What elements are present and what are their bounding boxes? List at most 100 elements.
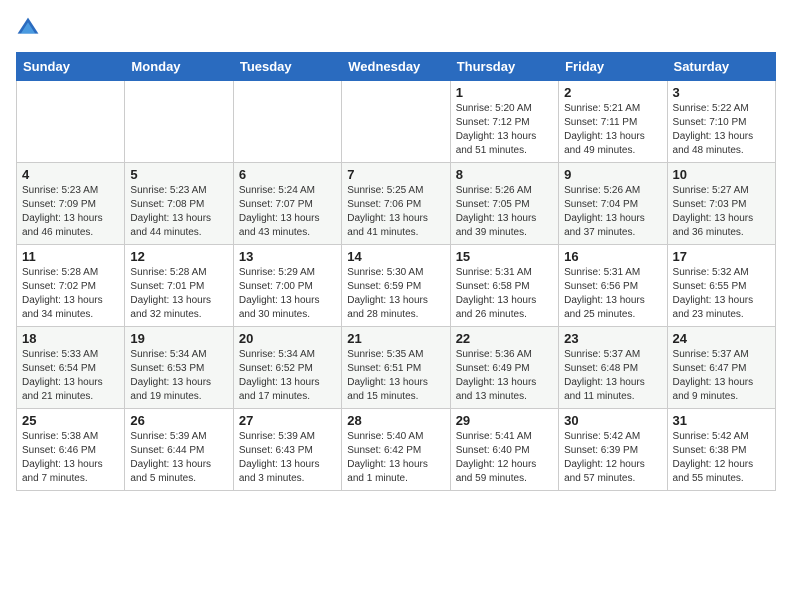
day-number: 9 [564,167,661,182]
day-info: Sunrise: 5:32 AM Sunset: 6:55 PM Dayligh… [673,266,770,322]
day-number: 13 [239,249,336,264]
weekday-header: Sunday [17,53,125,81]
day-info: Sunrise: 5:38 AM Sunset: 6:46 PM Dayligh… [22,430,119,486]
calendar-cell: 28 Sunrise: 5:40 AM Sunset: 6:42 PM Dayli… [342,409,450,491]
calendar-cell: 3 Sunrise: 5:22 AM Sunset: 7:10 PM Daylig… [667,81,775,163]
calendar-week-row: 18 Sunrise: 5:33 AM Sunset: 6:54 PM Dayli… [17,327,776,409]
day-number: 17 [673,249,770,264]
day-info: Sunrise: 5:37 AM Sunset: 6:48 PM Dayligh… [564,348,661,404]
calendar-cell [233,81,341,163]
day-number: 7 [347,167,444,182]
day-number: 22 [456,331,553,346]
day-number: 6 [239,167,336,182]
day-number: 18 [22,331,119,346]
day-number: 24 [673,331,770,346]
calendar-week-row: 1 Sunrise: 5:20 AM Sunset: 7:12 PM Daylig… [17,81,776,163]
day-info: Sunrise: 5:39 AM Sunset: 6:43 PM Dayligh… [239,430,336,486]
day-number: 25 [22,413,119,428]
calendar-cell: 8Sunrise: 5:26 AM Sunset: 7:05 PM Daylig… [450,163,558,245]
day-info: Sunrise: 5:37 AM Sunset: 6:47 PM Dayligh… [673,348,770,404]
day-info: Sunrise: 5:39 AM Sunset: 6:44 PM Dayligh… [130,430,227,486]
day-number: 5 [130,167,227,182]
calendar-cell: 10 Sunrise: 5:27 AM Sunset: 7:03 PM Dayli… [667,163,775,245]
calendar-cell: 29 Sunrise: 5:41 AM Sunset: 6:40 PM Dayli… [450,409,558,491]
day-number: 27 [239,413,336,428]
page-header [16,16,776,40]
calendar-cell: 18 Sunrise: 5:33 AM Sunset: 6:54 PM Dayli… [17,327,125,409]
day-number: 30 [564,413,661,428]
calendar-week-row: 11Sunrise: 5:28 AM Sunset: 7:02 PM Dayli… [17,245,776,327]
calendar-cell: 30 Sunrise: 5:42 AM Sunset: 6:39 PM Dayli… [559,409,667,491]
calendar-cell: 31Sunrise: 5:42 AM Sunset: 6:38 PM Dayli… [667,409,775,491]
day-info: Sunrise: 5:35 AM Sunset: 6:51 PM Dayligh… [347,348,444,404]
day-info: Sunrise: 5:30 AM Sunset: 6:59 PM Dayligh… [347,266,444,322]
calendar-cell: 22 Sunrise: 5:36 AM Sunset: 6:49 PM Dayli… [450,327,558,409]
day-info: Sunrise: 5:23 AM Sunset: 7:09 PM Dayligh… [22,184,119,240]
calendar-cell: 6 Sunrise: 5:24 AM Sunset: 7:07 PM Daylig… [233,163,341,245]
day-number: 28 [347,413,444,428]
calendar-cell [125,81,233,163]
day-number: 10 [673,167,770,182]
day-info: Sunrise: 5:31 AM Sunset: 6:58 PM Dayligh… [456,266,553,322]
weekday-header: Thursday [450,53,558,81]
day-info: Sunrise: 5:27 AM Sunset: 7:03 PM Dayligh… [673,184,770,240]
calendar-cell: 20Sunrise: 5:34 AM Sunset: 6:52 PM Dayli… [233,327,341,409]
calendar-cell: 1 Sunrise: 5:20 AM Sunset: 7:12 PM Daylig… [450,81,558,163]
calendar-table: SundayMondayTuesdayWednesdayThursdayFrid… [16,52,776,491]
weekday-header: Friday [559,53,667,81]
calendar-cell: 5Sunrise: 5:23 AM Sunset: 7:08 PM Daylig… [125,163,233,245]
day-info: Sunrise: 5:25 AM Sunset: 7:06 PM Dayligh… [347,184,444,240]
day-info: Sunrise: 5:41 AM Sunset: 6:40 PM Dayligh… [456,430,553,486]
calendar-cell: 2 Sunrise: 5:21 AM Sunset: 7:11 PM Daylig… [559,81,667,163]
calendar-cell: 11Sunrise: 5:28 AM Sunset: 7:02 PM Dayli… [17,245,125,327]
calendar-cell: 7 Sunrise: 5:25 AM Sunset: 7:06 PM Daylig… [342,163,450,245]
day-info: Sunrise: 5:20 AM Sunset: 7:12 PM Dayligh… [456,102,553,158]
day-info: Sunrise: 5:31 AM Sunset: 6:56 PM Dayligh… [564,266,661,322]
calendar-cell: 13 Sunrise: 5:29 AM Sunset: 7:00 PM Dayli… [233,245,341,327]
day-number: 12 [130,249,227,264]
day-info: Sunrise: 5:42 AM Sunset: 6:38 PM Dayligh… [673,430,770,486]
day-number: 21 [347,331,444,346]
calendar-cell [17,81,125,163]
calendar-cell [342,81,450,163]
calendar-cell: 27 Sunrise: 5:39 AM Sunset: 6:43 PM Dayli… [233,409,341,491]
calendar-cell: 17 Sunrise: 5:32 AM Sunset: 6:55 PM Dayli… [667,245,775,327]
day-info: Sunrise: 5:36 AM Sunset: 6:49 PM Dayligh… [456,348,553,404]
day-info: Sunrise: 5:40 AM Sunset: 6:42 PM Dayligh… [347,430,444,486]
day-info: Sunrise: 5:24 AM Sunset: 7:07 PM Dayligh… [239,184,336,240]
day-info: Sunrise: 5:42 AM Sunset: 6:39 PM Dayligh… [564,430,661,486]
day-info: Sunrise: 5:28 AM Sunset: 7:02 PM Dayligh… [22,266,119,322]
calendar-cell: 16 Sunrise: 5:31 AM Sunset: 6:56 PM Dayli… [559,245,667,327]
weekday-header: Saturday [667,53,775,81]
day-info: Sunrise: 5:34 AM Sunset: 6:52 PM Dayligh… [239,348,336,404]
day-info: Sunrise: 5:21 AM Sunset: 7:11 PM Dayligh… [564,102,661,158]
calendar-cell: 14Sunrise: 5:30 AM Sunset: 6:59 PM Dayli… [342,245,450,327]
day-info: Sunrise: 5:28 AM Sunset: 7:01 PM Dayligh… [130,266,227,322]
day-info: Sunrise: 5:26 AM Sunset: 7:04 PM Dayligh… [564,184,661,240]
day-number: 19 [130,331,227,346]
weekday-header: Tuesday [233,53,341,81]
day-number: 8 [456,167,553,182]
calendar-cell: 4Sunrise: 5:23 AM Sunset: 7:09 PM Daylig… [17,163,125,245]
day-number: 29 [456,413,553,428]
day-number: 1 [456,85,553,100]
day-number: 16 [564,249,661,264]
day-info: Sunrise: 5:29 AM Sunset: 7:00 PM Dayligh… [239,266,336,322]
calendar-cell: 21 Sunrise: 5:35 AM Sunset: 6:51 PM Dayli… [342,327,450,409]
day-number: 3 [673,85,770,100]
calendar-cell: 15 Sunrise: 5:31 AM Sunset: 6:58 PM Dayli… [450,245,558,327]
day-number: 26 [130,413,227,428]
day-number: 2 [564,85,661,100]
calendar-cell: 24 Sunrise: 5:37 AM Sunset: 6:47 PM Dayli… [667,327,775,409]
calendar-cell: 25 Sunrise: 5:38 AM Sunset: 6:46 PM Dayli… [17,409,125,491]
calendar-cell: 12 Sunrise: 5:28 AM Sunset: 7:01 PM Dayli… [125,245,233,327]
day-info: Sunrise: 5:33 AM Sunset: 6:54 PM Dayligh… [22,348,119,404]
calendar-cell: 9 Sunrise: 5:26 AM Sunset: 7:04 PM Daylig… [559,163,667,245]
logo-icon [16,16,40,40]
day-info: Sunrise: 5:22 AM Sunset: 7:10 PM Dayligh… [673,102,770,158]
day-number: 15 [456,249,553,264]
calendar-cell: 23Sunrise: 5:37 AM Sunset: 6:48 PM Dayli… [559,327,667,409]
calendar-week-row: 25 Sunrise: 5:38 AM Sunset: 6:46 PM Dayli… [17,409,776,491]
calendar-cell: 26 Sunrise: 5:39 AM Sunset: 6:44 PM Dayli… [125,409,233,491]
weekday-header: Monday [125,53,233,81]
